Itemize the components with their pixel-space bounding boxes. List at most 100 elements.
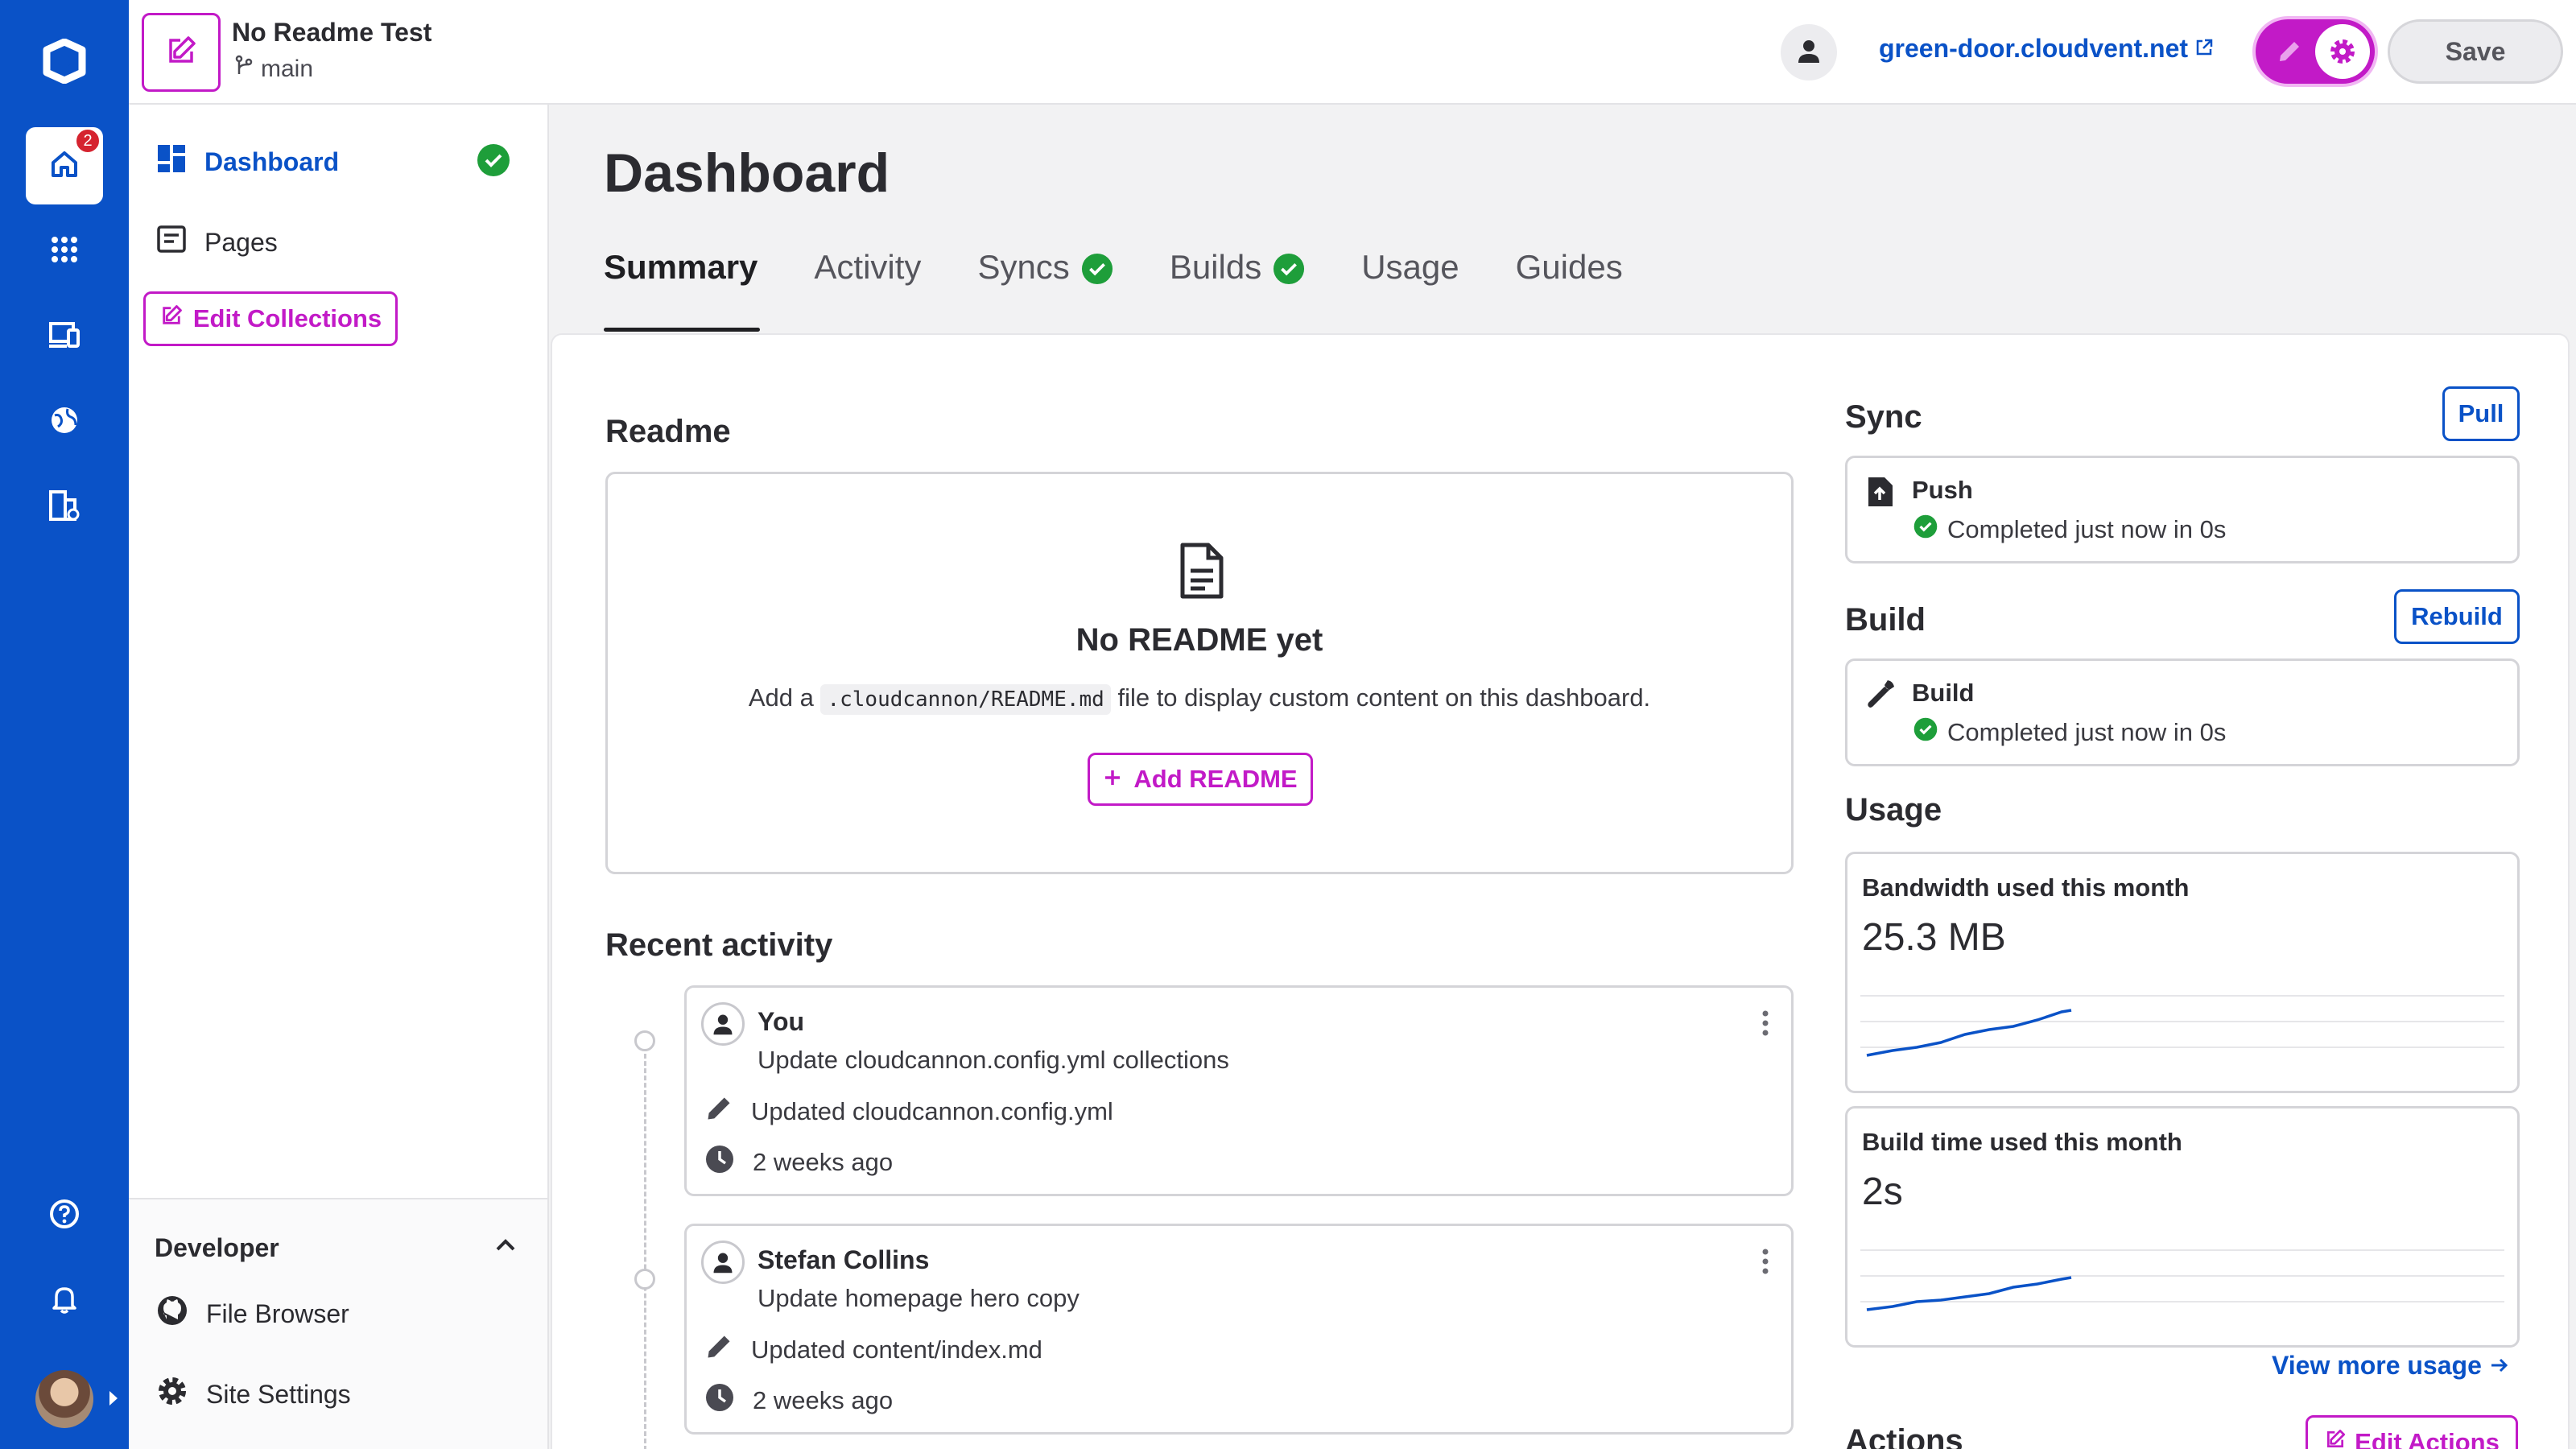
pencil-icon: [704, 1094, 733, 1129]
tab-label: Summary: [604, 248, 758, 286]
caret-right-icon: [109, 1391, 118, 1406]
summary-panel: Readme No README yet Add a .cloudcannon/…: [551, 333, 2570, 1449]
check-circle-icon: [1081, 253, 1113, 293]
build-time-usage-card: Build time used this month 2s: [1845, 1106, 2520, 1348]
branch-indicator[interactable]: main: [233, 55, 313, 84]
user-icon: [701, 1241, 745, 1284]
tab-activity[interactable]: Activity: [814, 248, 977, 332]
timeline-dot: [634, 1030, 655, 1051]
site-domain-link[interactable]: green-door.cloudvent.net: [1879, 34, 2214, 64]
organization-settings-icon: [47, 489, 81, 526]
edit-actions-label: Edit Actions: [2355, 1428, 2500, 1449]
sync-status-card[interactable]: Push Completed just now in 0s: [1845, 456, 2520, 564]
activity-author: You: [758, 1007, 805, 1036]
rebuild-button[interactable]: Rebuild: [2394, 589, 2520, 644]
activity-item[interactable]: You Update cloudcannon.config.yml collec…: [684, 985, 1794, 1196]
bell-icon: [50, 1283, 79, 1319]
readme-empty-description: Add a .cloudcannon/README.md file to dis…: [608, 683, 1791, 715]
account-button[interactable]: [1781, 24, 1837, 80]
rail-org-button[interactable]: [26, 469, 103, 546]
timeline-line: [644, 1032, 646, 1449]
file-upload-icon: [1865, 476, 1894, 512]
activity-time-row: 2 weeks ago: [704, 1144, 893, 1181]
clock-icon: [704, 1144, 735, 1181]
sync-card-title: Push: [1912, 476, 1973, 504]
developer-section: Developer File Browser Site Settings: [129, 1198, 547, 1449]
app-rail: 2: [0, 0, 129, 1449]
tab-syncs[interactable]: Syncs: [977, 248, 1169, 332]
tab-label: Syncs: [977, 248, 1070, 286]
check-circle-icon: [1913, 514, 1938, 545]
tab-usage[interactable]: Usage: [1361, 248, 1515, 332]
more-vertical-icon[interactable]: [1761, 1247, 1770, 1280]
activity-item[interactable]: Stefan Collins Update homepage hero copy…: [684, 1224, 1794, 1435]
timeline-dot: [634, 1269, 655, 1290]
actions-heading: Actions: [1845, 1423, 1963, 1449]
add-readme-button[interactable]: Add README: [1088, 753, 1313, 806]
top-bar: No Readme Test main green-door.cloudvent…: [129, 0, 2576, 105]
sidebar-item-file-browser[interactable]: File Browser: [156, 1294, 349, 1333]
readme-empty-title: No README yet: [1075, 622, 1323, 658]
rail-apps-button[interactable]: [26, 213, 103, 290]
build-status-text: Completed just now in 0s: [1947, 718, 2227, 746]
gear-icon: [2315, 24, 2370, 79]
domain-text: green-door.cloudvent.net: [1879, 34, 2189, 63]
view-more-usage-label: View more usage: [2272, 1351, 2482, 1380]
sync-heading: Sync: [1845, 399, 1922, 435]
sidebar-item-site-settings[interactable]: Site Settings: [156, 1375, 351, 1414]
more-vertical-icon[interactable]: [1761, 1009, 1770, 1042]
document-icon: [1176, 542, 1228, 604]
pull-button[interactable]: Pull: [2442, 386, 2520, 441]
tab-summary[interactable]: Summary: [604, 248, 814, 332]
rail-devices-button[interactable]: [26, 298, 103, 375]
edit-icon: [159, 303, 184, 334]
check-circle-icon: [1913, 717, 1938, 748]
readme-desc-before: Add a: [748, 683, 814, 712]
activity-message: Update homepage hero copy: [758, 1284, 1080, 1312]
site-sidebar: Dashboard Pages Edit Collections Develop…: [129, 105, 549, 1449]
user-avatar[interactable]: [35, 1370, 118, 1428]
save-button[interactable]: Save: [2388, 19, 2563, 84]
build-status-card[interactable]: Build Completed just now in 0s: [1845, 658, 2520, 766]
rail-help-button[interactable]: [26, 1177, 103, 1254]
readme-desc-after: file to display custom content on this d…: [1117, 683, 1651, 712]
build-heading: Build: [1845, 602, 1926, 638]
pencil-icon: [704, 1332, 733, 1368]
plus-icon: [1103, 765, 1122, 794]
edit-mode-toggle[interactable]: [2256, 19, 2375, 84]
rail-home-button[interactable]: 2: [26, 127, 103, 204]
view-more-usage-link[interactable]: View more usage: [2272, 1351, 2509, 1381]
bandwidth-sparkline: [1860, 995, 2504, 1057]
tab-builds[interactable]: Builds: [1170, 248, 1361, 332]
sidebar-item-dashboard[interactable]: Dashboard: [156, 143, 339, 180]
site-edit-button[interactable]: [142, 13, 221, 92]
tab-label: Activity: [814, 248, 922, 286]
sidebar-item-label: Dashboard: [204, 147, 340, 176]
recent-activity-heading: Recent activity: [605, 927, 833, 963]
sync-status: Completed just now in 0s: [1913, 514, 2226, 545]
check-circle-icon: [477, 143, 510, 181]
external-link-icon: [2194, 34, 2214, 64]
cloudcannon-logo-icon[interactable]: [35, 32, 93, 90]
chevron-up-icon[interactable]: [494, 1236, 517, 1257]
edit-icon: [2324, 1428, 2347, 1449]
activity-author: Stefan Collins: [758, 1245, 930, 1274]
readme-path-code: .cloudcannon/README.md: [820, 684, 1111, 715]
edit-icon: [164, 34, 198, 72]
rail-globe-button[interactable]: [26, 383, 103, 460]
globe-icon: [48, 404, 80, 440]
build-time-label: Build time used this month: [1862, 1128, 2182, 1156]
dashboard-tabs: Summary Activity Syncs Builds Usage Guid…: [604, 248, 1679, 332]
developer-heading[interactable]: Developer: [155, 1233, 279, 1263]
check-circle-icon: [1273, 253, 1305, 293]
edit-collections-button[interactable]: Edit Collections: [143, 291, 398, 346]
branch-name: main: [261, 56, 314, 82]
tab-label: Usage: [1361, 248, 1459, 286]
git-branch-icon: [233, 55, 254, 84]
sidebar-item-pages[interactable]: Pages: [156, 224, 278, 261]
tab-guides[interactable]: Guides: [1516, 248, 1679, 332]
devices-icon: [47, 320, 81, 353]
edit-actions-button[interactable]: Edit Actions: [2306, 1415, 2518, 1449]
build-card-title: Build: [1912, 679, 1975, 707]
rail-notifications-button[interactable]: [26, 1262, 103, 1340]
